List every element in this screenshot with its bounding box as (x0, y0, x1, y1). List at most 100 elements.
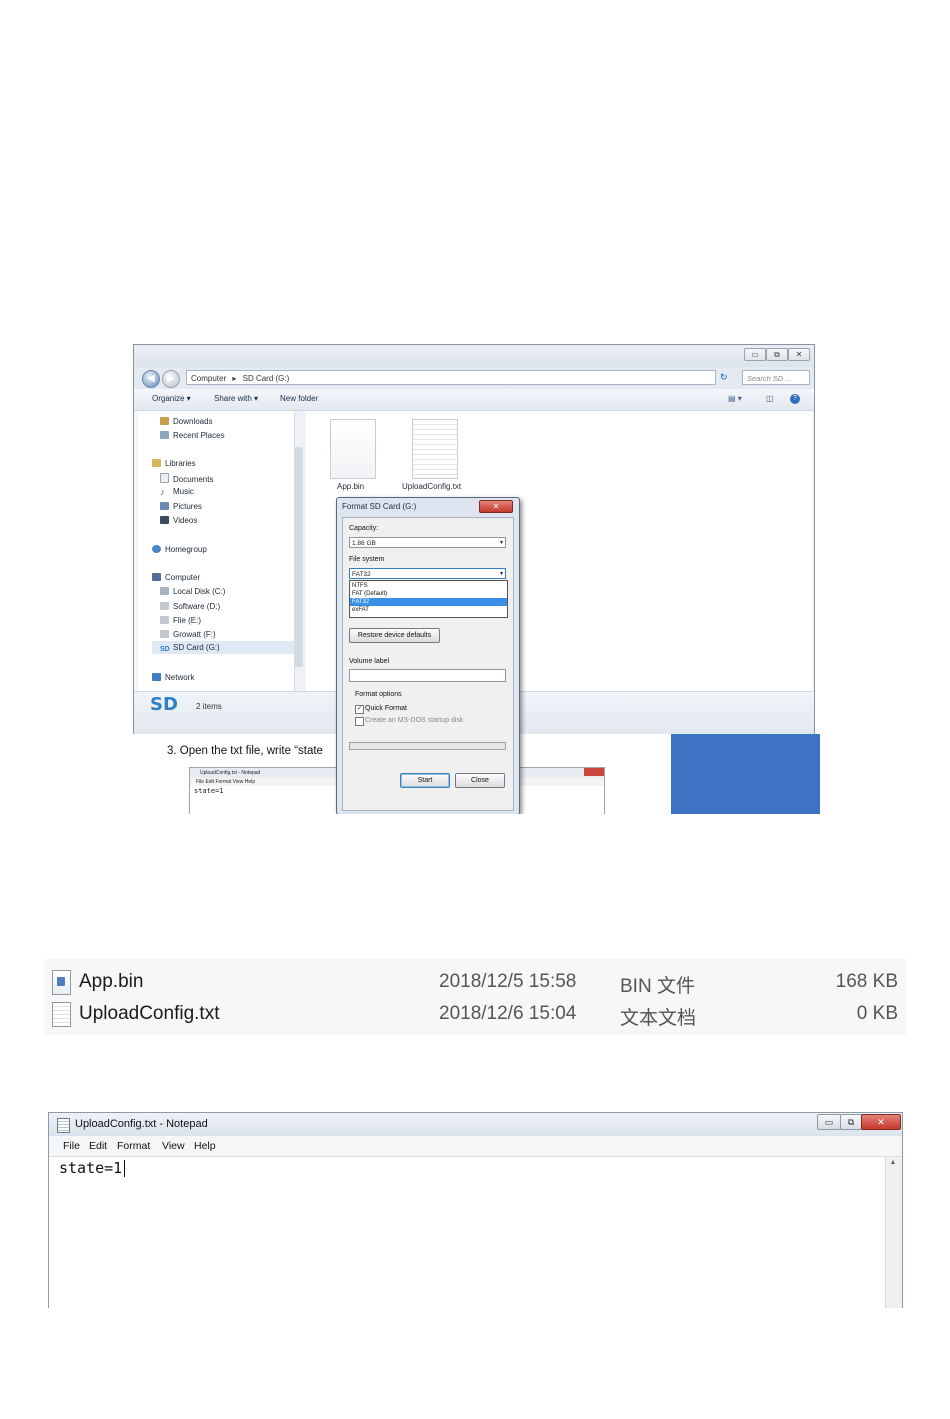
nav-item-homegroup[interactable]: Homegroup (152, 545, 207, 554)
downloads-icon (160, 417, 169, 425)
menu-file[interactable]: File (63, 1140, 80, 1152)
nav-item-pictures[interactable]: Pictures (160, 502, 202, 511)
videos-icon (160, 516, 169, 524)
item-count: 2 items (196, 702, 222, 711)
nav-item-software-d[interactable]: Software (D:) (160, 602, 220, 611)
menu-view[interactable]: View (162, 1140, 185, 1152)
close-button[interactable]: ✕ (788, 348, 810, 361)
navigation-pane: Downloads Recent Places Libraries Docume… (138, 411, 294, 691)
nav-item-music[interactable]: ♪ Music (160, 487, 194, 497)
nav-item-sd-card-g[interactable]: SD SD Card (G:) (152, 641, 294, 654)
notepad-title: UploadConfig.txt - Notepad (75, 1118, 208, 1130)
text-file-icon (52, 1002, 71, 1027)
msdos-startup-label: Create an MS-DOS startup disk (365, 717, 464, 724)
option-fat32[interactable]: FAT32 (350, 598, 507, 606)
nav-item-downloads[interactable]: Downloads (160, 417, 213, 426)
address-computer[interactable]: Computer (191, 374, 226, 383)
notepad-titlebar: UploadConfig.txt - Notepad ▭ ⧉ ✕ (49, 1113, 902, 1136)
file-row-uploadconfig[interactable]: UploadConfig.txt 2018/12/6 15:04 文本文档 0 … (44, 999, 906, 1031)
chevron-down-icon: ▾ (499, 571, 503, 577)
close-button[interactable]: ✕ (861, 1114, 901, 1130)
text-file-icon[interactable] (412, 419, 458, 479)
bin-file-icon[interactable] (330, 419, 376, 479)
file-type: 文本文档 (620, 1008, 697, 1029)
quick-format-checkbox[interactable]: ✓ (355, 705, 364, 714)
format-options-label: Format options (355, 691, 402, 698)
file-name-app-bin[interactable]: App.bin (337, 482, 364, 491)
text-caret (124, 1160, 125, 1177)
option-ntfs[interactable]: NTFS (350, 582, 507, 590)
file-name[interactable]: UploadConfig.txt (79, 1003, 219, 1025)
menu-edit[interactable]: Edit (89, 1140, 107, 1152)
dialog-close-button[interactable]: ✕ (479, 500, 513, 513)
file-date: 2018/12/5 15:58 (439, 971, 577, 992)
volume-label-label: Volume label (349, 658, 390, 665)
file-row-app-bin[interactable]: App.bin 2018/12/5 15:58 BIN 文件 168 KB (44, 967, 906, 999)
file-system-value: FAT32 (352, 571, 371, 578)
share-with-button[interactable]: Share with ▾ (214, 394, 258, 403)
address-bar[interactable]: Computer ▸ SD Card (G:) (186, 370, 716, 385)
nav-item-network[interactable]: Network (152, 673, 194, 682)
restore-defaults-button[interactable]: Restore device defaults (349, 628, 440, 643)
explorer-screenshot: 3. Open the txt file, write “state Uploa… (133, 344, 820, 814)
new-folder-button[interactable]: New folder (280, 394, 318, 403)
back-arrow-icon[interactable]: ◀ (142, 370, 160, 388)
start-button[interactable]: Start (400, 773, 450, 788)
refresh-icon[interactable]: ↻ (720, 372, 728, 383)
background-notepad-close-icon (584, 768, 604, 776)
notepad-icon (57, 1118, 70, 1133)
documents-icon (160, 473, 169, 483)
option-fat-default[interactable]: FAT (Default) (350, 590, 507, 598)
document-step-text: 3. Open the txt file, write “state (167, 745, 323, 757)
preview-pane-icon[interactable]: ◫ (766, 394, 774, 403)
drive-icon (160, 587, 169, 595)
desktop-background (671, 734, 820, 814)
navigation-scrollbar-thumb[interactable] (295, 447, 303, 667)
network-icon (152, 673, 161, 681)
nav-item-growatt-f[interactable]: Growatt (F:) (160, 630, 216, 639)
drive-icon (160, 602, 169, 610)
capacity-select[interactable]: 1.86 GB ▾ (349, 537, 506, 548)
maximize-button[interactable]: ⧉ (766, 348, 788, 361)
nav-item-libraries[interactable]: Libraries (152, 459, 196, 468)
search-input[interactable]: Search SD ... (742, 370, 810, 385)
file-system-select[interactable]: FAT32 ▾ (349, 568, 506, 579)
pictures-icon (160, 502, 169, 510)
nav-item-documents[interactable]: Documents (160, 473, 213, 484)
menu-format[interactable]: Format (117, 1140, 150, 1152)
capacity-value: 1.86 GB (352, 540, 376, 547)
address-row: ◀ ▶ Computer ▸ SD Card (G:) ↻ Search SD … (134, 367, 814, 389)
organize-button[interactable]: Organize ▾ (152, 394, 191, 403)
file-name-uploadconfig[interactable]: UploadConfig.txt (402, 482, 461, 491)
chevron-down-icon: ▾ (499, 540, 503, 546)
scroll-up-icon[interactable]: ▲ (885, 1159, 901, 1171)
music-icon: ♪ (160, 487, 165, 497)
close-dialog-button[interactable]: Close (455, 773, 505, 788)
nav-item-computer[interactable]: Computer (152, 573, 200, 582)
option-exfat[interactable]: exFAT (350, 606, 507, 614)
address-sd-card[interactable]: SD Card (G:) (243, 374, 290, 383)
nav-item-local-disk-c[interactable]: Local Disk (C:) (160, 587, 225, 596)
volume-label-input[interactable] (349, 669, 506, 682)
file-name[interactable]: App.bin (79, 971, 143, 993)
forward-arrow-icon[interactable]: ▶ (162, 370, 180, 388)
maximize-button[interactable]: ⧉ (840, 1114, 862, 1130)
explorer-titlebar: ▭ ⧉ ✕ (134, 345, 814, 367)
nav-item-flie-e[interactable]: Flie (E:) (160, 616, 201, 625)
command-toolbar: Organize ▾ Share with ▾ New folder ▤ ▾ ◫… (134, 389, 814, 411)
drive-icon (160, 616, 169, 624)
notepad-text-area[interactable]: state=1 (59, 1159, 122, 1177)
minimize-button[interactable]: ▭ (817, 1114, 841, 1130)
menu-help[interactable]: Help (194, 1140, 216, 1152)
nav-item-recent-places[interactable]: Recent Places (160, 431, 225, 440)
quick-format-label: Quick Format (365, 705, 408, 712)
help-icon[interactable]: ? (790, 394, 800, 404)
view-options-icon[interactable]: ▤ ▾ (728, 394, 742, 403)
nav-item-videos[interactable]: Videos (160, 516, 197, 525)
notepad-scrollbar[interactable] (885, 1157, 902, 1308)
file-system-dropdown-list: NTFS FAT (Default) FAT32 exFAT (349, 580, 508, 618)
minimize-button[interactable]: ▭ (744, 348, 766, 361)
msdos-startup-checkbox[interactable] (355, 717, 364, 726)
bin-file-icon (52, 970, 71, 995)
background-notepad-content: state=1 (194, 787, 224, 795)
